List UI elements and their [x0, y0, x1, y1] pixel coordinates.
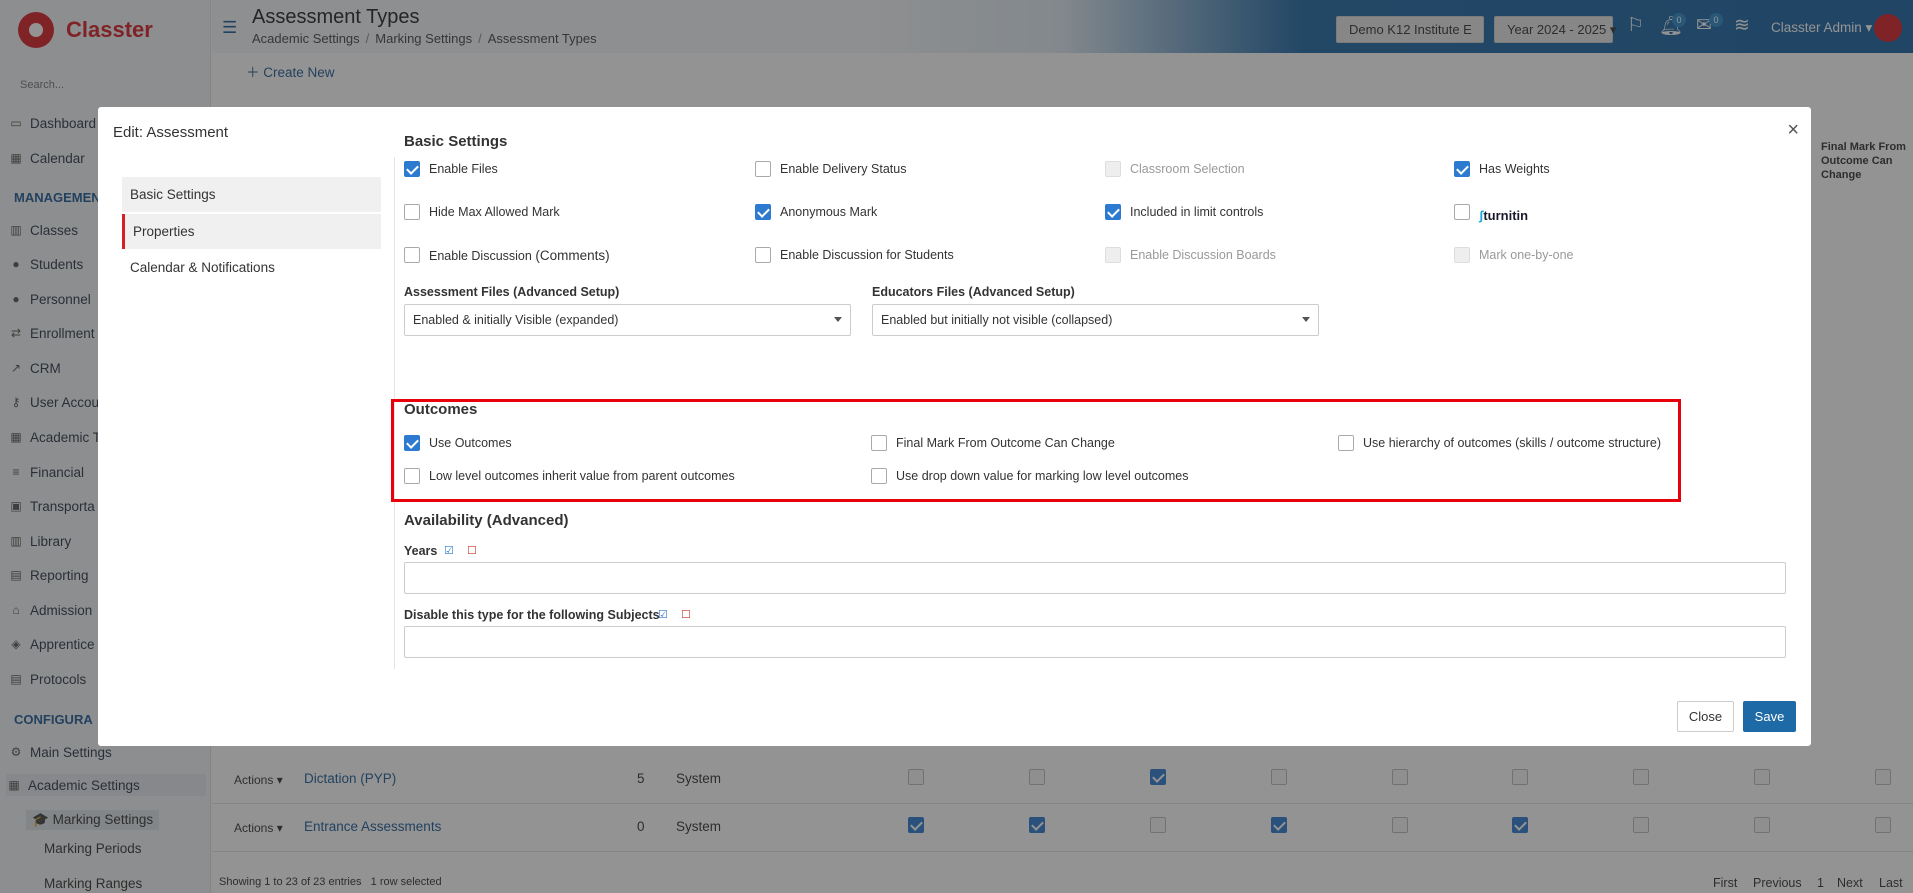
educators-files-label: Educators Files (Advanced Setup) [872, 285, 1075, 299]
modal-title: Edit: Assessment [113, 124, 229, 141]
turnitin-logo: ʃturnitin [1479, 208, 1529, 223]
low-level-inherit-label: Low level outcomes inherit value from pa… [429, 469, 735, 483]
close-icon[interactable]: × [1787, 119, 1799, 142]
classroom-selection-checkbox [1105, 161, 1121, 177]
use-dropdown-label: Use drop down value for marking low leve… [896, 469, 1189, 483]
assessment-files-select[interactable]: Enabled & initially Visible (expanded) [404, 304, 851, 336]
subjects-label: Disable this type for the following Subj… [404, 608, 660, 622]
enable-discussion-students-label: Enable Discussion for Students [780, 248, 954, 262]
tab-calendar-notifications[interactable]: Calendar & Notifications [122, 250, 381, 285]
classroom-selection-label: Classroom Selection [1130, 162, 1245, 176]
mark-one-by-one-label: Mark one-by-one [1479, 248, 1574, 262]
hide-max-allowed-mark-checkbox[interactable] [404, 204, 420, 220]
included-in-limit-controls-checkbox[interactable] [1105, 204, 1121, 220]
enable-discussion-label: Enable Discussion (Comments) [429, 248, 610, 263]
subjects-input[interactable] [404, 626, 1786, 658]
clear-all-icon[interactable]: ☐ [467, 544, 477, 557]
close-button[interactable]: Close [1677, 701, 1734, 732]
select-all-icon[interactable]: ☑ [444, 544, 454, 557]
edit-assessment-modal: Edit: Assessment × Basic Settings Proper… [98, 107, 1811, 746]
use-outcomes-label: Use Outcomes [429, 436, 512, 450]
has-weights-checkbox[interactable] [1454, 161, 1470, 177]
enable-delivery-status-label: Enable Delivery Status [780, 162, 907, 176]
clear-all-icon[interactable]: ☐ [681, 608, 691, 621]
included-in-limit-controls-label: Included in limit controls [1130, 205, 1264, 219]
mark-one-by-one-checkbox [1454, 247, 1470, 263]
anonymous-mark-checkbox[interactable] [755, 204, 771, 220]
years-input[interactable] [404, 562, 1786, 594]
final-mark-can-change-label: Final Mark From Outcome Can Change [896, 436, 1115, 450]
use-hierarchy-checkbox[interactable] [1338, 435, 1354, 451]
tab-properties[interactable]: Properties [122, 214, 381, 249]
educators-files-select[interactable]: Enabled but initially not visible (colla… [872, 304, 1319, 336]
final-mark-can-change-checkbox[interactable] [871, 435, 887, 451]
enable-files-label: Enable Files [429, 162, 498, 176]
has-weights-label: Has Weights [1479, 162, 1550, 176]
tab-basic-settings[interactable]: Basic Settings [122, 177, 381, 212]
enable-discussion-checkbox[interactable] [404, 247, 420, 263]
use-outcomes-checkbox[interactable] [404, 435, 420, 451]
outcomes-highlight-box [391, 399, 1681, 502]
basic-settings-heading: Basic Settings [404, 133, 508, 150]
turnitin-checkbox[interactable] [1454, 204, 1470, 220]
chevron-down-icon [1302, 317, 1310, 322]
enable-files-checkbox[interactable] [404, 161, 420, 177]
enable-delivery-status-checkbox[interactable] [755, 161, 771, 177]
chevron-down-icon [834, 317, 842, 322]
enable-discussion-boards-checkbox [1105, 247, 1121, 263]
anonymous-mark-label: Anonymous Mark [780, 205, 878, 219]
use-dropdown-checkbox[interactable] [871, 468, 887, 484]
availability-heading: Availability (Advanced) [404, 512, 569, 529]
enable-discussion-students-checkbox[interactable] [755, 247, 771, 263]
outcomes-heading: Outcomes [404, 401, 478, 418]
select-all-icon[interactable]: ☑ [658, 608, 668, 621]
assessment-files-label: Assessment Files (Advanced Setup) [404, 285, 620, 299]
low-level-inherit-checkbox[interactable] [404, 468, 420, 484]
years-label: Years [404, 544, 438, 558]
save-button[interactable]: Save [1743, 701, 1796, 732]
use-hierarchy-label: Use hierarchy of outcomes (skills / outc… [1363, 436, 1662, 450]
hide-max-allowed-mark-label: Hide Max Allowed Mark [429, 205, 560, 219]
enable-discussion-boards-label: Enable Discussion Boards [1130, 248, 1276, 262]
